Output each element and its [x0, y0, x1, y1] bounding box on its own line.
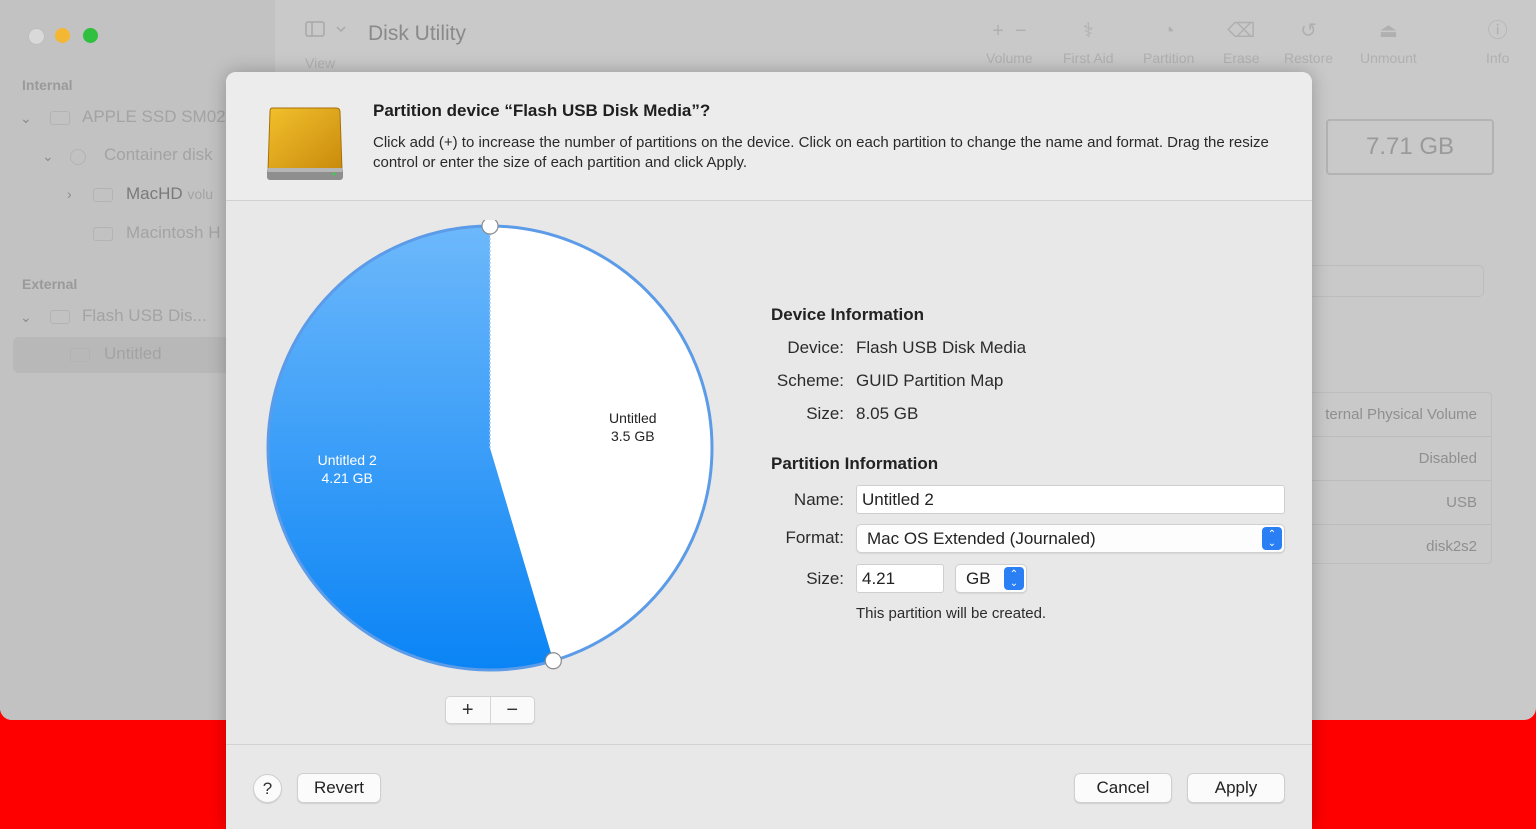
sidebar-item-untitled[interactable]: Untitled: [104, 344, 162, 364]
restore-icon: ↺: [1300, 20, 1317, 42]
format-label: Format:: [785, 528, 844, 547]
external-drive-icon: [267, 107, 343, 180]
add-partition-button[interactable]: +: [446, 697, 490, 723]
unmount-label: Unmount: [1360, 50, 1417, 66]
cancel-button[interactable]: Cancel: [1074, 773, 1172, 803]
updown-chevron-icon: ⌃ ⌄: [1262, 527, 1282, 550]
device-size-label: Size:: [806, 404, 844, 423]
device-size-value: 8.05 GB: [856, 404, 919, 423]
info-label: Info: [1486, 50, 1510, 66]
device-info-heading: Device Information: [771, 305, 925, 324]
eject-icon: ⏏: [1378, 20, 1398, 42]
device-value: Flash USB Disk Media: [856, 338, 1027, 357]
sidebar-item-label: MacHD: [126, 184, 183, 203]
footer-divider: [226, 744, 1312, 745]
partition-label: Partition: [1143, 50, 1195, 66]
sidebar-header-internal: Internal: [22, 77, 73, 93]
info-row: ternal Physical Volume: [1301, 393, 1491, 437]
remove-partition-button[interactable]: −: [489, 697, 535, 723]
info-button[interactable]: ⓘ Info: [1486, 20, 1509, 66]
view-label: View: [305, 55, 336, 71]
resize-handle[interactable]: [544, 652, 562, 670]
usage-bar: [1300, 265, 1484, 297]
sheet-title: Partition device “Flash USB Disk Media”?: [373, 101, 711, 120]
volume-stack-icon: [93, 188, 113, 202]
sidebar-item-machd[interactable]: MacHD volu: [126, 184, 213, 204]
updown-chevron-icon: ⌃ ⌄: [1004, 567, 1024, 590]
resize-handle[interactable]: [481, 217, 499, 235]
info-row: Disabled: [1301, 437, 1491, 481]
scheme-label: Scheme:: [776, 371, 844, 390]
first-aid-label: First Aid: [1063, 50, 1114, 66]
chevron-down-icon[interactable]: ⌄: [20, 309, 32, 326]
device-label: Device:: [787, 338, 844, 357]
window-title: Disk Utility: [368, 22, 466, 45]
pie-slice-size: 3.5 GB: [611, 428, 655, 444]
partition-button[interactable]: ◔ Partition: [1143, 20, 1194, 66]
size-unit-value: GB: [966, 569, 991, 588]
minimize-window-button[interactable]: [55, 28, 70, 43]
partition-info-heading: Partition Information: [771, 454, 939, 473]
erase-button[interactable]: ⌫ Erase: [1223, 20, 1260, 66]
sidebar-item-apple-ssd[interactable]: APPLE SSD SM02: [82, 107, 226, 127]
partition-size-input[interactable]: [856, 564, 944, 593]
disk-icon: [50, 111, 70, 125]
sidebar-item-suffix: volu: [187, 186, 214, 202]
partition-name-input[interactable]: [856, 485, 1285, 514]
partition-pie-chart[interactable]: Untitled 3.5 GB Untitled 2 4.21 GB: [262, 217, 718, 681]
volume-button[interactable]: + − Volume: [986, 20, 1033, 66]
close-window-button[interactable]: [28, 28, 45, 45]
sheet-description: Click add (+) to increase the number of …: [373, 134, 1269, 171]
info-table: ternal Physical Volume Disabled USB disk…: [1300, 392, 1492, 564]
chevron-down-icon[interactable]: ⌄: [20, 110, 32, 127]
container-icon: [70, 149, 86, 165]
first-aid-button[interactable]: ⚕ First Aid: [1063, 20, 1114, 66]
external-disk-icon: [50, 310, 70, 324]
sheet-header: Partition device “Flash USB Disk Media”?…: [226, 72, 1312, 201]
sidebar-header-external: External: [22, 276, 78, 292]
restore-label: Restore: [1284, 50, 1334, 66]
help-button[interactable]: ?: [253, 774, 282, 803]
chevron-right-icon[interactable]: ›: [67, 186, 72, 202]
chevron-down-icon[interactable]: ⌄: [42, 148, 54, 165]
info-row: disk2s2: [1426, 538, 1477, 555]
partition-sheet: Partition device “Flash USB Disk Media”?…: [226, 72, 1312, 829]
stethoscope-icon: ⚕: [1082, 20, 1094, 42]
revert-button[interactable]: Revert: [297, 773, 381, 803]
pie-slice-name: Untitled 2: [318, 452, 377, 468]
erase-label: Erase: [1223, 50, 1260, 66]
sidebar-icon: [305, 21, 346, 37]
disk-icon: [93, 227, 113, 241]
scheme-value: GUID Partition Map: [856, 371, 1004, 390]
add-remove-group: + −: [445, 696, 535, 724]
volume-label: Volume: [986, 50, 1033, 66]
eraser-icon: ⌫: [1227, 20, 1256, 42]
disk-icon: [70, 348, 90, 362]
restore-button[interactable]: ↺ Restore: [1284, 20, 1333, 66]
maximize-window-button[interactable]: [83, 28, 98, 43]
info-icon: ⓘ: [1487, 20, 1508, 42]
info-row: USB: [1301, 481, 1491, 525]
size-label: Size:: [806, 569, 844, 588]
plus-minus-icon: + −: [992, 20, 1027, 42]
sidebar-item-macintosh-hd[interactable]: Macintosh H: [126, 223, 220, 243]
pie-svg[interactable]: Untitled 3.5 GB Untitled 2 4.21 GB: [262, 217, 718, 676]
capacity-display: 7.71 GB: [1326, 119, 1494, 175]
apply-button[interactable]: Apply: [1187, 773, 1285, 803]
format-select[interactable]: Mac OS Extended (Journaled) ⌃ ⌄: [856, 524, 1285, 553]
sidebar-toggle-button[interactable]: View: [305, 20, 349, 71]
pie-icon: ◔: [1162, 20, 1175, 42]
unmount-button[interactable]: ⏏ Unmount: [1360, 20, 1417, 66]
partition-note: This partition will be created.: [856, 605, 1047, 622]
pie-slice-size: 4.21 GB: [322, 470, 373, 486]
name-label: Name:: [793, 490, 844, 509]
format-select-value: Mac OS Extended (Journaled): [867, 529, 1096, 548]
sidebar-item-flash-usb[interactable]: Flash USB Dis...: [82, 306, 207, 326]
size-unit-select[interactable]: GB ⌃ ⌄: [955, 564, 1027, 593]
pie-slice-name: Untitled: [609, 410, 656, 426]
sidebar-item-container[interactable]: Container disk: [104, 145, 213, 165]
